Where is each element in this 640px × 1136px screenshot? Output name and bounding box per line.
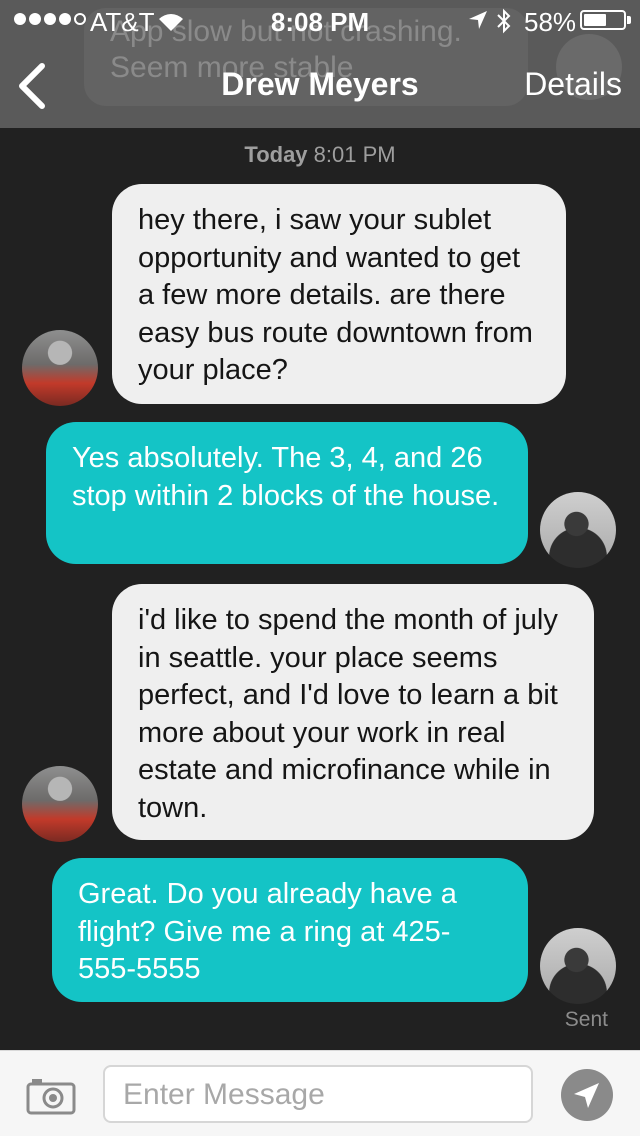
bluetooth-icon [497, 8, 511, 34]
message-text: Great. Do you already have a flight? Giv… [78, 878, 457, 985]
camera-icon[interactable] [26, 1075, 76, 1115]
battery-level [584, 14, 606, 26]
send-icon [574, 1083, 599, 1108]
user-avatar[interactable] [540, 492, 616, 568]
location-arrow-icon [469, 11, 487, 29]
navigation-bar: App slow but not crashing. Seem more sta… [0, 0, 640, 128]
message-text: i'd like to spend the month of july in s… [138, 604, 558, 824]
message-text: Yes absolutely. The 3, 4, and 26 stop wi… [72, 442, 500, 512]
send-button[interactable] [561, 1069, 613, 1121]
incoming-message-bubble[interactable]: i'd like to spend the month of july in s… [112, 584, 594, 840]
message-input[interactable]: Enter Message [103, 1065, 533, 1123]
details-button[interactable]: Details [524, 66, 622, 103]
contact-avatar[interactable] [22, 766, 98, 842]
user-avatar[interactable] [540, 928, 616, 1004]
message-text: hey there, i saw your sublet opportunity… [138, 204, 533, 386]
timestamp-day: Today [244, 142, 308, 167]
conversation-timestamp: Today 8:01 PM [0, 142, 640, 168]
status-bar: AT&T 8:08 PM 58% [0, 0, 640, 40]
delivery-status: Sent [564, 1008, 608, 1031]
message-composer: Enter Message [0, 1050, 640, 1136]
battery-percent: 58% [524, 7, 577, 37]
incoming-message-bubble[interactable]: hey there, i saw your sublet opportunity… [112, 184, 566, 404]
contact-avatar[interactable] [22, 330, 98, 406]
timestamp-time: 8:01 PM [313, 142, 396, 167]
messaging-screen: App slow but not crashing. Seem more sta… [0, 0, 640, 1136]
outgoing-message-bubble[interactable]: Great. Do you already have a flight? Giv… [52, 858, 528, 1002]
battery-tip [627, 16, 631, 24]
battery-icon [580, 10, 626, 30]
outgoing-message-bubble[interactable]: Yes absolutely. The 3, 4, and 26 stop wi… [46, 422, 528, 564]
